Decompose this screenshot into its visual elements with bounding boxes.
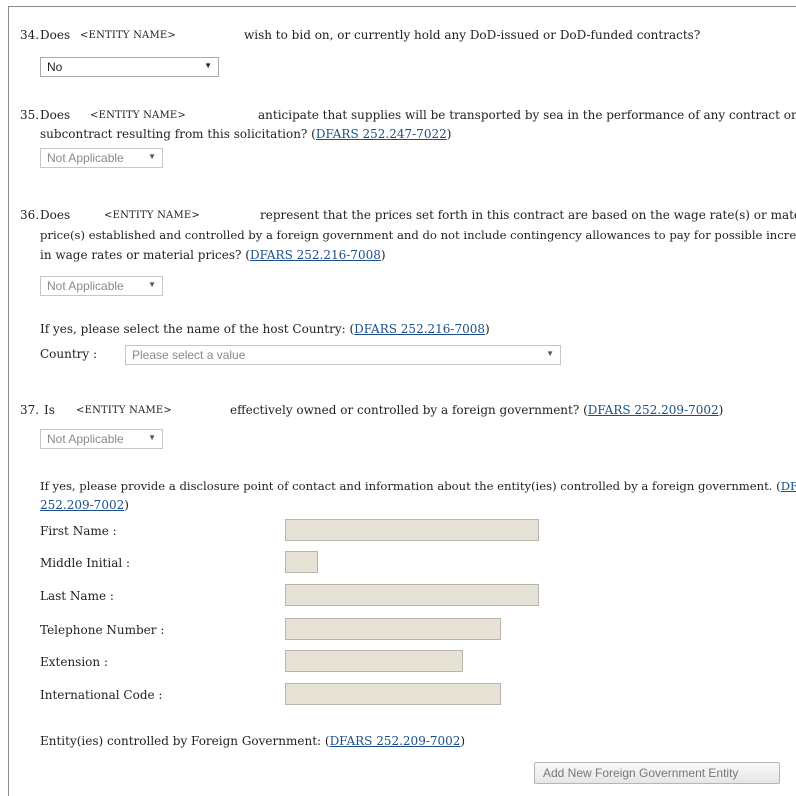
chevron-down-icon: ▼	[148, 280, 156, 289]
question-35-number: 35.	[20, 108, 40, 122]
chevron-down-icon: ▼	[546, 349, 554, 358]
extension-label: Extension :	[40, 655, 108, 669]
dfars-link[interactable]: DFARS 252.216-7008	[250, 248, 381, 262]
question-34-number: 34.	[20, 28, 40, 42]
form-frame	[8, 6, 796, 796]
middle-initial-input[interactable]	[285, 551, 318, 573]
question-37-prefix: Is	[44, 403, 55, 417]
select-value: Not Applicable	[47, 151, 124, 165]
chevron-down-icon: ▼	[148, 152, 156, 161]
entity-name-placeholder: <ENTITY NAME>	[104, 210, 200, 221]
first-name-input[interactable]	[285, 519, 539, 541]
middle-initial-label: Middle Initial :	[40, 556, 131, 570]
dfars-link[interactable]: DFARS 252.209-7002	[330, 734, 461, 748]
entity-name-placeholder: <ENTITY NAME>	[80, 30, 176, 41]
telephone-label: Telephone Number :	[40, 623, 165, 637]
question-36-select[interactable]: Not Applicable ▼	[40, 276, 163, 296]
international-code-label: International Code :	[40, 688, 163, 702]
question-36-text-line3: in wage rates or material prices? (DFARS…	[40, 248, 386, 262]
telephone-input[interactable]	[285, 618, 501, 640]
question-35-select[interactable]: Not Applicable ▼	[40, 148, 163, 168]
question-36-text-line1: represent that the prices set forth in t…	[260, 208, 796, 222]
last-name-input[interactable]	[285, 584, 539, 606]
entity-name-placeholder: <ENTITY NAME>	[76, 405, 172, 416]
dfars-link[interactable]: DFARS 252.247-7022	[316, 127, 447, 141]
dfars-link[interactable]: DFAR	[781, 479, 796, 493]
dfars-link[interactable]: DFARS 252.209-7002	[588, 403, 719, 417]
dfars-link[interactable]: 252.209-7002	[40, 498, 124, 512]
country-select[interactable]: Please select a value ▼	[125, 345, 561, 365]
select-value: No	[47, 60, 63, 74]
entity-name-placeholder: <ENTITY NAME>	[90, 110, 186, 121]
disclosure-prompt-line1: If yes, please provide a disclosure poin…	[40, 479, 796, 493]
dfars-link[interactable]: DFARS 252.216-7008	[354, 322, 485, 336]
question-35-text-line1: anticipate that supplies will be transpo…	[258, 108, 796, 122]
country-placeholder: Please select a value	[132, 348, 246, 362]
chevron-down-icon: ▼	[148, 433, 156, 442]
disclosure-prompt-line2: 252.209-7002)	[40, 498, 129, 512]
host-country-prompt: If yes, please select the name of the ho…	[40, 322, 490, 336]
question-34-select[interactable]: No ▼	[40, 57, 219, 77]
select-value: Not Applicable	[47, 279, 124, 293]
question-36-number: 36.	[20, 208, 40, 222]
country-label: Country :	[40, 347, 98, 361]
question-36-prefix: Does	[40, 208, 71, 222]
add-foreign-government-entity-button[interactable]: Add New Foreign Government Entity	[534, 762, 780, 784]
question-37-text: effectively owned or controlled by a for…	[230, 403, 724, 417]
international-code-input[interactable]	[285, 683, 501, 705]
question-35-prefix: Does	[40, 108, 71, 122]
first-name-label: First Name :	[40, 524, 117, 538]
question-37-select[interactable]: Not Applicable ▼	[40, 429, 163, 449]
question-35-text-line2: subcontract resulting from this solicita…	[40, 127, 452, 141]
foreign-entities-label: Entity(ies) controlled by Foreign Govern…	[40, 734, 466, 748]
last-name-label: Last Name :	[40, 589, 114, 603]
extension-input[interactable]	[285, 650, 463, 672]
question-34-text: wish to bid on, or currently hold any Do…	[244, 28, 701, 42]
question-34-prefix: Does	[40, 28, 71, 42]
chevron-down-icon: ▼	[204, 61, 212, 70]
select-value: Not Applicable	[47, 432, 124, 446]
question-37-number: 37.	[20, 403, 40, 417]
question-36-text-line2: price(s) established and controlled by a…	[40, 228, 796, 242]
